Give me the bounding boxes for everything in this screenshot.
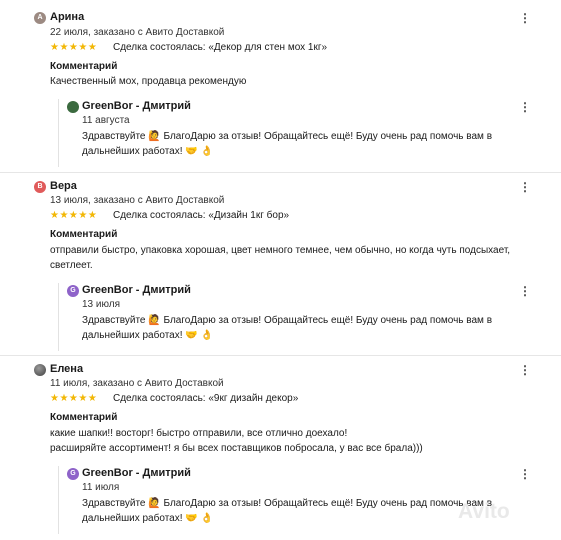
review-author[interactable]: Арина	[50, 11, 84, 23]
comment-text: отправили быстро, упаковка хорошая, цвет…	[50, 245, 511, 271]
reply-date: 11 августа	[82, 115, 130, 126]
review-meta: 22 июля, заказано с Авито Доставкой	[50, 27, 225, 38]
more-options-icon[interactable]: ⋮	[519, 468, 531, 480]
avatar[interactable]: А	[34, 12, 46, 24]
seller-name[interactable]: GreenBor - Дмитрий	[82, 284, 191, 296]
avatar[interactable]	[34, 364, 46, 376]
deal-info: Сделка состоялась: «Дизайн 1кг бор»	[113, 210, 290, 221]
avito-watermark: Avito	[458, 500, 510, 523]
more-options-icon[interactable]: ⋮	[519, 101, 531, 113]
review-author[interactable]: Вера	[50, 180, 77, 192]
divider	[0, 355, 561, 356]
reply-text: Здравствуйте 🙋 БлагоДарю за отзыв! Обращ…	[82, 315, 493, 341]
deal-info: Сделка состоялась: «9кг дизайн декор»	[113, 393, 299, 404]
seller-avatar[interactable]: G	[67, 285, 79, 297]
review-meta: 13 июля, заказано с Авито Доставкой	[50, 195, 225, 206]
more-options-icon[interactable]: ⋮	[519, 12, 531, 24]
review-author[interactable]: Елена	[50, 363, 83, 375]
rating-stars: ★★★★★	[50, 210, 98, 221]
comment-text: расширяйте ассортимент! я бы всех постав…	[50, 443, 423, 454]
more-options-icon[interactable]: ⋮	[519, 181, 531, 193]
seller-name[interactable]: GreenBor - Дмитрий	[82, 467, 191, 479]
reply-date: 11 июля	[82, 482, 120, 493]
divider	[0, 172, 561, 173]
comment-title: Комментарий	[50, 412, 118, 423]
seller-name[interactable]: GreenBor - Дмитрий	[82, 100, 191, 112]
more-options-icon[interactable]: ⋮	[519, 364, 531, 376]
rating-stars: ★★★★★	[50, 42, 98, 53]
seller-reply: G GreenBor - Дмитрий ⋮ 13 июля Здравству…	[58, 283, 531, 351]
comment-text: Качественный мох, продавца рекомендую	[50, 76, 247, 87]
seller-reply: GreenBor - Дмитрий ⋮ 11 августа Здравств…	[58, 99, 531, 167]
rating-stars: ★★★★★	[50, 393, 98, 404]
review-meta: 11 июля, заказано с Авито Доставкой	[50, 378, 224, 389]
comment-text: какие шапки!! восторг! быстро отправили,…	[50, 428, 348, 439]
seller-avatar[interactable]	[67, 101, 79, 113]
deal-info: Сделка состоялась: «Декор для стен мох 1…	[113, 42, 328, 53]
reply-date: 13 июля	[82, 299, 121, 310]
more-options-icon[interactable]: ⋮	[519, 285, 531, 297]
avatar[interactable]: В	[34, 181, 46, 193]
comment-title: Комментарий	[50, 61, 118, 72]
comment-title: Комментарий	[50, 229, 118, 240]
reply-text: Здравствуйте 🙋 БлагоДарю за отзыв! Обращ…	[82, 131, 493, 157]
seller-avatar[interactable]: G	[67, 468, 79, 480]
